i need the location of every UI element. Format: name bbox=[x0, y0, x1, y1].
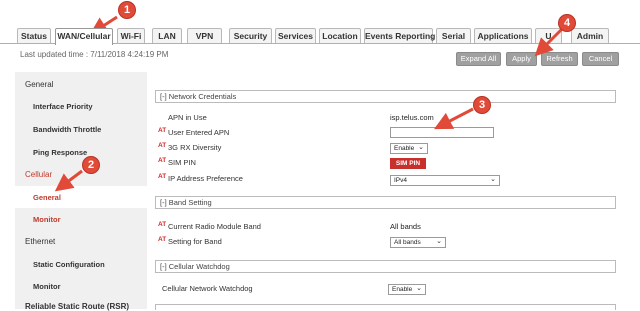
sidebar-item-ping-response[interactable]: Ping Response bbox=[33, 148, 165, 157]
ip-address-preference-select[interactable]: IPv4 ⌄ bbox=[390, 175, 500, 186]
chevron-down-icon: ⌄ bbox=[436, 238, 442, 245]
cellular-watchdog-header[interactable]: [-] Cellular Watchdog bbox=[155, 260, 616, 273]
network-watchdog-value: Enable bbox=[392, 286, 413, 293]
sidebar-group-ethernet[interactable]: Ethernet bbox=[25, 237, 157, 246]
tab-services[interactable]: Services bbox=[275, 28, 316, 44]
next-section-header bbox=[155, 304, 616, 310]
sidebar-item-interface-priority[interactable]: Interface Priority bbox=[33, 102, 165, 111]
chevron-down-icon: ⌄ bbox=[416, 285, 422, 292]
annotation-badge-4: 4 bbox=[558, 14, 576, 32]
tab-lan[interactable]: LAN bbox=[152, 28, 182, 44]
at-marker: AT bbox=[158, 173, 167, 180]
tab-u[interactable]: U bbox=[535, 28, 562, 44]
at-marker: AT bbox=[158, 236, 167, 243]
rx-diversity-label: 3G RX Diversity bbox=[168, 143, 222, 152]
sim-pin-button[interactable]: SIM PIN bbox=[390, 158, 426, 169]
user-entered-apn-input[interactable] bbox=[390, 127, 494, 138]
expand-all-button[interactable]: Expand All bbox=[456, 52, 501, 66]
rx-diversity-select[interactable]: Enable ⌄ bbox=[390, 143, 428, 154]
tab-security[interactable]: Security bbox=[229, 28, 272, 44]
tab-serial[interactable]: Serial bbox=[436, 28, 471, 44]
at-marker: AT bbox=[158, 157, 167, 164]
setting-for-band-value: All bands bbox=[394, 239, 421, 246]
setting-for-band-label: Setting for Band bbox=[168, 237, 222, 246]
main-tabbar: Status WAN/Cellular Wi-Fi LAN VPN Securi… bbox=[0, 0, 640, 45]
at-marker: AT bbox=[158, 127, 167, 134]
sidebar-group-general[interactable]: General bbox=[25, 80, 157, 89]
ip-address-preference-value: IPv4 bbox=[394, 177, 408, 184]
network-watchdog-label: Cellular Network Watchdog bbox=[162, 284, 253, 293]
main-panel: [-] Network Credentials APN in Use isp.t… bbox=[148, 72, 623, 310]
tab-wifi[interactable]: Wi-Fi bbox=[117, 28, 145, 44]
current-band-label: Current Radio Module Band bbox=[168, 222, 261, 231]
rx-diversity-value: Enable bbox=[394, 145, 415, 152]
tab-applications[interactable]: Applications bbox=[474, 28, 532, 44]
sidebar: General Interface Priority Bandwidth Thr… bbox=[15, 72, 147, 311]
chevron-down-icon: ⌄ bbox=[490, 176, 496, 183]
chevron-down-icon: ⌄ bbox=[418, 144, 424, 151]
tab-wan-cellular[interactable]: WAN/Cellular bbox=[55, 28, 113, 45]
sidebar-group-rsr[interactable]: Reliable Static Route (RSR) bbox=[25, 302, 157, 311]
sidebar-item-bandwidth-throttle[interactable]: Bandwidth Throttle bbox=[33, 125, 165, 134]
apn-in-use-value: isp.telus.com bbox=[390, 113, 434, 122]
sidebar-item-static-configuration[interactable]: Static Configuration bbox=[33, 260, 165, 269]
sim-pin-label: SIM PIN bbox=[168, 158, 196, 167]
annotation-badge-1: 1 bbox=[118, 1, 136, 19]
setting-for-band-select[interactable]: All bands ⌄ bbox=[390, 237, 446, 248]
tab-vpn[interactable]: VPN bbox=[187, 28, 222, 44]
sidebar-item-cellular-monitor[interactable]: Monitor bbox=[33, 215, 165, 224]
refresh-button[interactable]: Refresh bbox=[541, 52, 578, 66]
sidebar-item-cellular-general[interactable]: General bbox=[33, 193, 165, 202]
tab-events-reporting[interactable]: Events Reporting bbox=[364, 28, 435, 44]
at-marker: AT bbox=[158, 221, 167, 228]
cancel-button[interactable]: Cancel bbox=[582, 52, 619, 66]
tab-admin[interactable]: Admin bbox=[571, 28, 609, 44]
ip-address-preference-label: IP Address Preference bbox=[168, 174, 243, 183]
apply-button[interactable]: Apply bbox=[506, 52, 537, 66]
current-band-value: All bands bbox=[390, 222, 421, 231]
user-entered-apn-label: User Entered APN bbox=[168, 128, 230, 137]
network-watchdog-select[interactable]: Enable ⌄ bbox=[388, 284, 426, 295]
band-setting-header[interactable]: [-] Band Setting bbox=[155, 196, 616, 209]
tab-status[interactable]: Status bbox=[17, 28, 51, 44]
last-updated-text: Last updated time : 7/11/2018 4:24:19 PM bbox=[20, 50, 169, 59]
network-credentials-header[interactable]: [-] Network Credentials bbox=[155, 90, 616, 103]
sidebar-item-ethernet-monitor[interactable]: Monitor bbox=[33, 282, 165, 291]
annotation-badge-3: 3 bbox=[473, 96, 491, 114]
at-marker: AT bbox=[158, 142, 167, 149]
apn-in-use-label: APN in Use bbox=[168, 113, 207, 122]
annotation-badge-2: 2 bbox=[82, 156, 100, 174]
tab-location[interactable]: Location bbox=[319, 28, 361, 44]
